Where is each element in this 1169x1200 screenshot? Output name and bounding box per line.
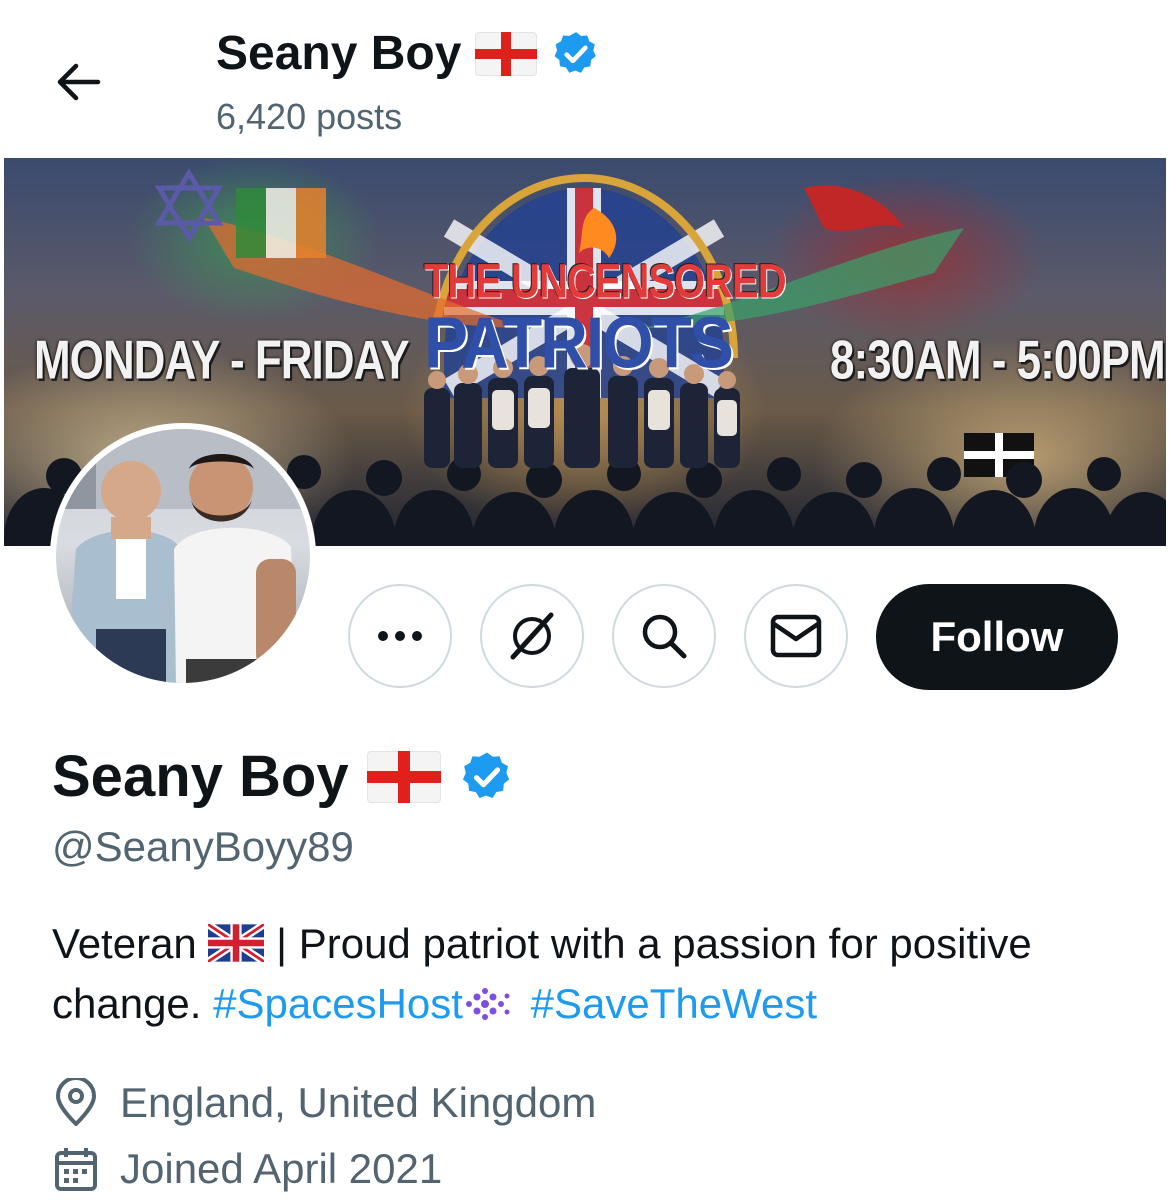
more-button[interactable] <box>348 584 452 688</box>
arrow-left-icon <box>57 63 101 101</box>
location-text: England, United Kingdom <box>120 1079 597 1126</box>
envelope-icon <box>770 614 822 658</box>
posts-count: 6,420 posts <box>216 96 403 137</box>
location-pin-icon <box>56 1078 96 1126</box>
hashtag-spaceshost-link[interactable]: #SpacesHost <box>213 980 463 1027</box>
banner-title-line2: PATRIOTS <box>424 301 734 383</box>
back-button[interactable] <box>48 52 108 112</box>
uk-flag-icon <box>208 924 265 962</box>
grok-icon <box>510 612 554 660</box>
search-button[interactable] <box>612 584 716 688</box>
england-flag-icon <box>475 32 538 76</box>
follow-button[interactable]: Follow <box>876 584 1118 690</box>
more-horizontal-icon <box>378 631 422 641</box>
profile-name: Seany Boy <box>52 744 349 809</box>
banner-hours-text: 8:30AM - 5:00PM <box>830 329 1166 391</box>
grok-button[interactable] <box>480 584 584 688</box>
joined-text: Joined April 2021 <box>120 1145 443 1192</box>
calendar-icon <box>55 1148 97 1191</box>
header-name: Seany Boy <box>216 27 462 80</box>
avatar[interactable] <box>50 423 316 689</box>
avatar-photo <box>56 429 310 683</box>
hashtag-savethewest-link[interactable]: #SaveTheWest <box>531 980 817 1027</box>
search-icon <box>642 614 687 659</box>
joined-row: Joined April 2021 <box>52 1144 442 1194</box>
bio-prefix: Veteran <box>52 920 197 967</box>
verified-badge-icon <box>554 32 597 73</box>
location-row: England, United Kingdom <box>52 1078 596 1128</box>
profile-bio: Veteran | Proud patriot with a passion f… <box>52 914 1132 1034</box>
profile-handle: @SeanyBoyy89 <box>52 823 354 870</box>
header-title: Seany Boy <box>216 26 601 82</box>
banner-days-text: MONDAY - FRIDAY <box>34 329 410 391</box>
england-flag-icon <box>366 751 441 803</box>
profile-name-row: Seany Boy <box>52 744 515 810</box>
message-button[interactable] <box>744 584 848 688</box>
spaces-icon <box>465 988 510 1020</box>
verified-badge-icon[interactable] <box>459 749 515 805</box>
